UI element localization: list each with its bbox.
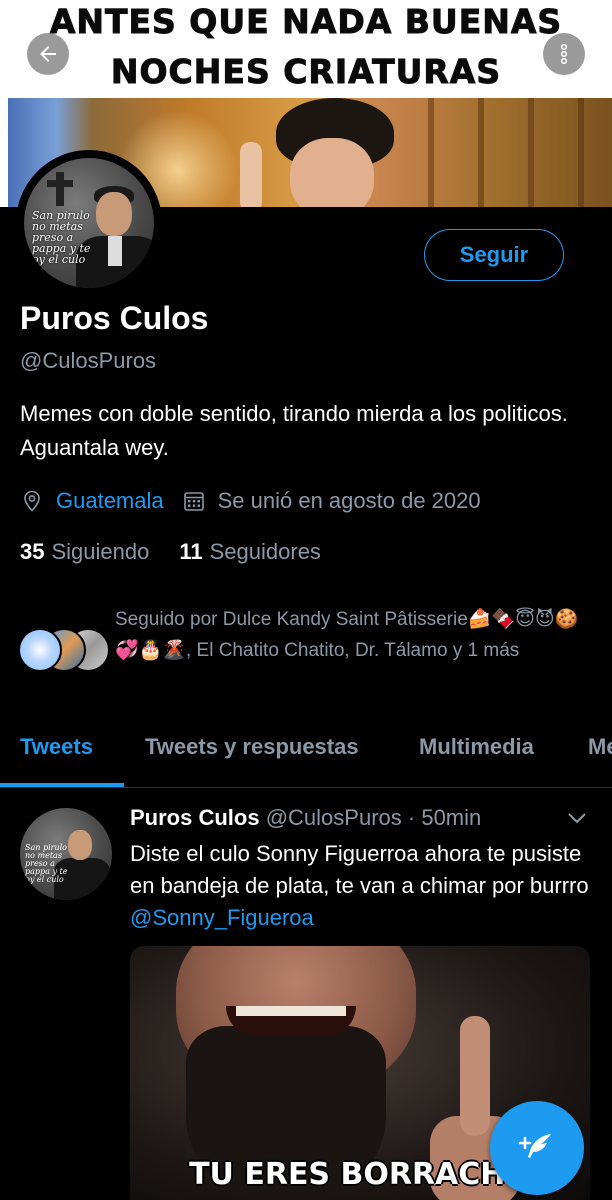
compose-tweet-icon	[518, 1134, 551, 1158]
tweet-text: Diste el culo Sonny Figuerroa ahora te p…	[130, 838, 590, 934]
following-count: 35	[20, 539, 45, 564]
tweet-author-handle: @CulosPuros	[265, 805, 402, 830]
banner-text-line1: ANTES QUE NADA BUENAS	[49, 2, 563, 42]
followers-label: Seguidores	[209, 539, 321, 564]
followed-by-avatars[interactable]	[18, 628, 110, 672]
follow-counts: 35 Siguiendo 11 Seguidores	[20, 539, 351, 565]
calendar-icon	[182, 489, 206, 513]
tabs-divider	[0, 787, 612, 788]
profile-location[interactable]: Guatemala	[56, 488, 164, 514]
tab-likes[interactable]: Me	[588, 734, 612, 760]
profile-tabs: Tweets Tweets y respuestas Multimedia Me	[0, 718, 612, 784]
more-options-button[interactable]	[543, 33, 585, 75]
tweet-header: Puros Culos @CulosPuros · 50min	[130, 805, 481, 831]
more-vertical-icon	[560, 43, 568, 65]
avatar-caption: San pirulo no metas preso a pappa y te o…	[32, 209, 91, 266]
follower-avatar	[18, 628, 62, 672]
follow-button[interactable]: Seguir	[424, 229, 564, 281]
profile-handle: @CulosPuros	[20, 348, 157, 373]
profile-name: Puros Culos	[20, 300, 209, 336]
tweet-avatar-caption: San pirulo no metas preso a pappa y te o…	[25, 843, 68, 884]
followers-link[interactable]: 11 Seguidores	[179, 539, 321, 565]
arrow-left-icon	[40, 46, 56, 62]
following-label: Siguiendo	[51, 539, 150, 564]
profile-bio: Memes con doble sentido, tirando mierda …	[20, 401, 568, 460]
tweet-mention[interactable]: @Sonny_Figueroa	[130, 905, 314, 930]
compose-tweet-button[interactable]	[490, 1101, 584, 1195]
tab-tweets[interactable]: Tweets	[20, 734, 93, 760]
chevron-down-icon[interactable]	[566, 810, 588, 826]
profile-joined-date: Se unió en agosto de 2020	[217, 488, 481, 513]
back-button[interactable]	[27, 33, 69, 75]
location-pin-icon	[20, 489, 44, 513]
tweet-body: Diste el culo Sonny Figuerroa ahora te p…	[130, 841, 589, 898]
following-link[interactable]: 35 Siguiendo	[20, 539, 149, 565]
profile-meta: Guatemala Se unió en agosto de 2020	[20, 486, 481, 516]
tweet-author-name[interactable]: Puros Culos	[130, 805, 260, 830]
tab-media[interactable]: Multimedia	[419, 734, 534, 760]
tab-tweets-replies[interactable]: Tweets y respuestas	[145, 734, 359, 760]
followed-by-text[interactable]: Seguido por Dulce Kandy Saint Pâtisserie…	[115, 604, 595, 666]
tweet-avatar[interactable]: San pirulo no metas preso a pappa y te o…	[20, 808, 112, 900]
tweet-time: · 50min	[407, 805, 482, 830]
profile-avatar[interactable]: San pirulo no metas preso a pappa y te o…	[16, 150, 162, 296]
banner-text-line2: NOCHES CRIATURAS	[110, 52, 502, 92]
followers-count: 11	[179, 539, 203, 564]
